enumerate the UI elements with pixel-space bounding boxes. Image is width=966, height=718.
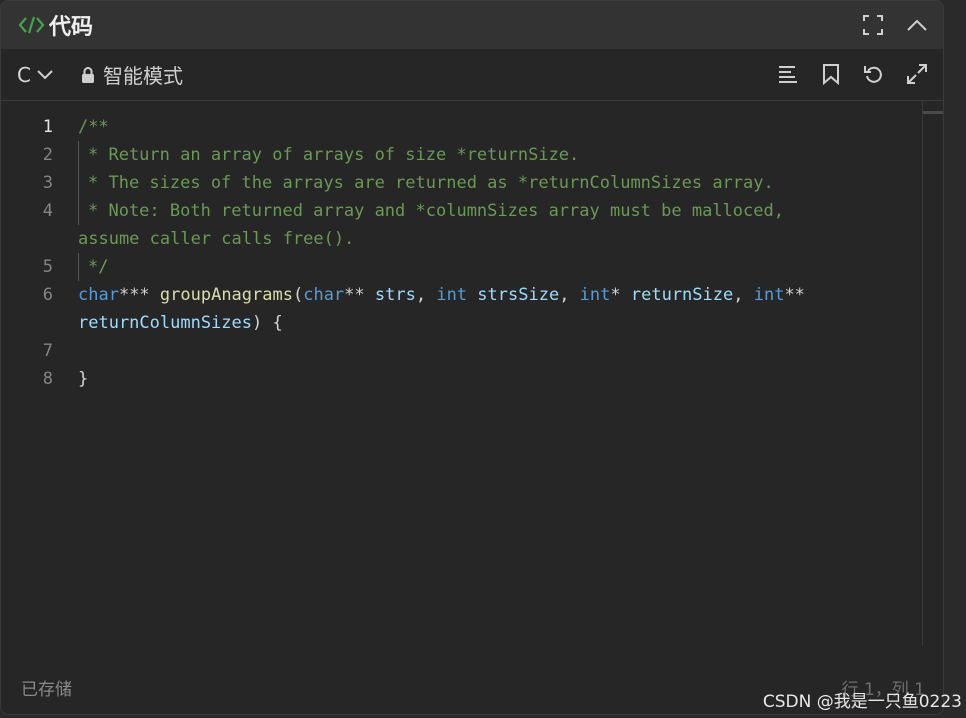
code-icon: [18, 12, 46, 38]
editor-toolbar: C 智能模式: [1, 49, 943, 101]
code-editor[interactable]: 1 /** 2 * Return an array of arrays of s…: [1, 101, 943, 661]
line-text: char*** groupAnagrams(char** strs, int s…: [78, 285, 805, 305]
lock-icon: [81, 66, 94, 83]
mode-indicator: 智能模式: [81, 60, 183, 89]
line-text: * Note: Both returned array and *columnS…: [88, 201, 784, 221]
format-icon[interactable]: [772, 58, 804, 90]
code-panel: 代码 C 智能模式 1 /** 2 * Return an array of a…: [0, 0, 944, 715]
expand-icon[interactable]: [901, 58, 933, 90]
code-line: 4 * Note: Both returned array and *colum…: [1, 197, 913, 225]
line-number: 2: [42, 145, 53, 165]
line-number: 1: [42, 117, 53, 137]
chevron-down-icon: [37, 69, 53, 79]
language-label: C: [17, 62, 31, 87]
bookmark-icon[interactable]: [815, 58, 847, 90]
line-number: 6: [42, 285, 53, 305]
code-line: 6 char*** groupAnagrams(char** strs, int…: [1, 281, 913, 309]
line-text: /**: [78, 117, 109, 137]
line-text: }: [78, 369, 89, 389]
mode-label: 智能模式: [102, 64, 183, 88]
code-line: 8 }: [1, 365, 913, 393]
line-text: * The sizes of the arrays are returned a…: [88, 173, 774, 193]
code-line: 3 * The sizes of the arrays are returned…: [1, 169, 913, 197]
scrollbar-thumb[interactable]: [923, 111, 943, 114]
panel-title: 代码: [49, 15, 94, 40]
chevron-up-icon[interactable]: [901, 9, 933, 41]
vertical-scrollbar[interactable]: [922, 101, 943, 646]
line-number: 4: [42, 201, 53, 221]
fullscreen-icon[interactable]: [857, 9, 889, 41]
save-status: 已存储: [21, 680, 72, 700]
code-line: 1 /**: [1, 113, 913, 141]
line-text: * Return an array of arrays of size *ret…: [88, 145, 580, 165]
line-number: 8: [42, 369, 53, 389]
code-line: 5 */: [1, 253, 913, 281]
code-line: 2 * Return an array of arrays of size *r…: [1, 141, 913, 169]
code-line: 7: [1, 337, 913, 365]
line-text: assume caller calls free().: [78, 229, 355, 249]
code-line-wrap: 0 assume caller calls free().: [1, 225, 913, 253]
line-number: 5: [42, 257, 53, 277]
panel-header: 代码: [1, 1, 943, 49]
language-selector[interactable]: C: [17, 63, 53, 87]
line-text: returnColumnSizes) {: [78, 313, 283, 333]
reset-icon[interactable]: [858, 58, 890, 90]
line-text: */: [88, 257, 109, 277]
watermark: CSDN @我是一只鱼0223: [762, 692, 962, 712]
line-number: 7: [42, 341, 53, 361]
line-number: 3: [42, 173, 53, 193]
code-line-wrap: 0 returnColumnSizes) {: [1, 309, 913, 337]
